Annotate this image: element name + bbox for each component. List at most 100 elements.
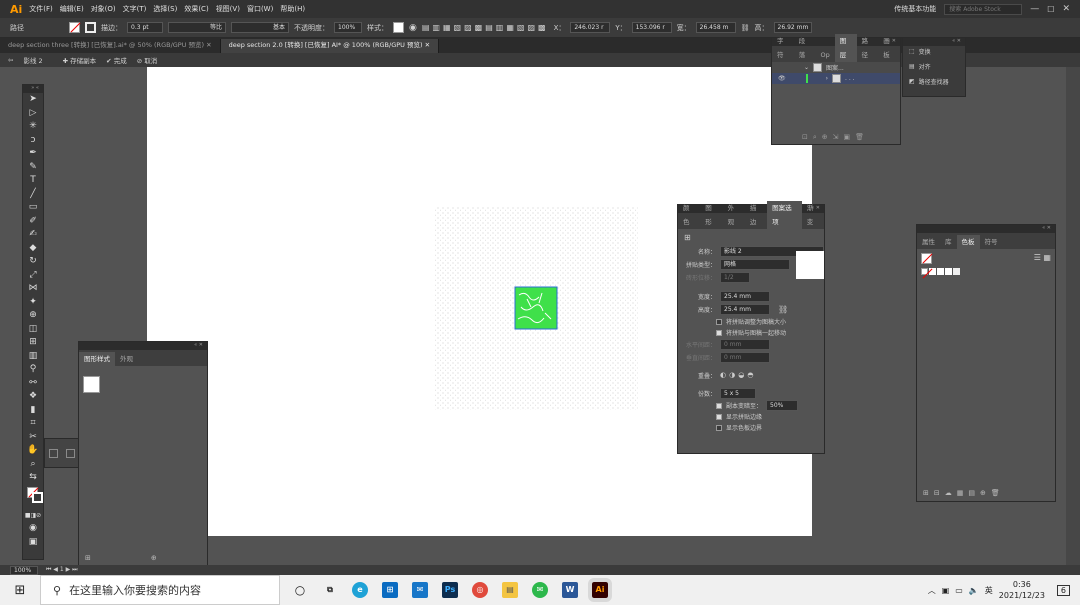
zoom-tool-icon[interactable]: ⌕ bbox=[23, 458, 43, 472]
move-tile-checkbox[interactable] bbox=[716, 329, 722, 336]
artboard-icon[interactable] bbox=[49, 448, 58, 458]
default-graphic-style[interactable] bbox=[83, 376, 100, 393]
tab-libraries[interactable]: 库 bbox=[940, 235, 957, 249]
tab-graphic-styles[interactable]: 图形样式 bbox=[79, 352, 115, 366]
type-tool-icon[interactable]: T bbox=[23, 174, 43, 188]
file-explorer-icon[interactable]: ▤ bbox=[502, 582, 518, 598]
tile-type-select[interactable]: 网格 bbox=[720, 259, 790, 270]
toolbox-header[interactable]: » « bbox=[23, 85, 43, 93]
tile-height-field[interactable]: 25.4 mm bbox=[720, 304, 770, 315]
mesh-tool-icon[interactable]: ⊞ bbox=[23, 336, 43, 350]
y-field[interactable]: 153.096 r bbox=[631, 22, 672, 33]
word-icon[interactable]: W bbox=[562, 582, 578, 598]
maximize-icon[interactable]: ☐ bbox=[1047, 5, 1054, 14]
mail-icon[interactable]: ✉ bbox=[412, 582, 428, 598]
stroke-swatch[interactable] bbox=[85, 22, 96, 33]
collapse-icon[interactable]: › bbox=[826, 75, 828, 82]
zoom-field[interactable]: 100% bbox=[10, 565, 38, 575]
back-arrow-icon[interactable]: ⇦ bbox=[8, 56, 13, 64]
chrome-icon[interactable]: ◎ bbox=[472, 582, 488, 598]
illustrator-icon[interactable]: Ai bbox=[588, 578, 612, 602]
photoshop-icon[interactable]: Ps bbox=[442, 582, 458, 598]
eraser-icon[interactable]: ◆ bbox=[23, 242, 43, 256]
slice-tool-icon[interactable]: ✂ bbox=[23, 431, 43, 445]
eye-icon[interactable]: 👁 bbox=[778, 75, 786, 82]
swatch-none[interactable] bbox=[921, 268, 928, 275]
tab-properties[interactable]: 属性 bbox=[917, 235, 940, 249]
menu-view[interactable]: 视图(V) bbox=[216, 4, 240, 14]
x-field[interactable]: 246.023 r bbox=[570, 22, 611, 33]
tab-paths[interactable]: 路径 bbox=[857, 34, 879, 62]
rectangle-tool-icon[interactable]: ▭ bbox=[23, 201, 43, 215]
current-fill-swatch[interactable] bbox=[921, 253, 932, 264]
minimize-icon[interactable]: — bbox=[1030, 4, 1039, 14]
show-tile-edge-checkbox[interactable] bbox=[716, 413, 722, 420]
tab-layers[interactable]: 图层 bbox=[834, 34, 857, 62]
tab-appearance[interactable]: 外观 bbox=[723, 201, 745, 229]
menu-edit[interactable]: 编辑(E) bbox=[60, 4, 84, 14]
opacity-field[interactable]: 100% bbox=[334, 22, 362, 33]
store-icon[interactable]: ⊞ bbox=[382, 582, 398, 598]
copies-select[interactable]: 5 x 5 bbox=[720, 387, 756, 399]
menu-transform[interactable]: ⬚ 变换 bbox=[903, 46, 965, 57]
swap-fill-stroke-icon[interactable]: ⇆ bbox=[23, 471, 43, 485]
tab-appearance-2[interactable]: 外观 bbox=[115, 352, 138, 366]
artboard-tool-icon[interactable]: ⌗ bbox=[23, 417, 43, 431]
shaper-tool-icon[interactable]: ✍ bbox=[23, 228, 43, 242]
dim-copies-field[interactable]: 50% bbox=[766, 400, 799, 411]
perspective-grid-icon[interactable]: ◫ bbox=[23, 323, 43, 337]
view-icons[interactable]: ☰ ▦ bbox=[1034, 253, 1051, 264]
swatch-pattern[interactable] bbox=[937, 268, 944, 275]
clock[interactable]: 0:36 2021/12/23 bbox=[999, 579, 1045, 601]
size-tile-checkbox[interactable] bbox=[716, 318, 722, 325]
fill-swatch[interactable] bbox=[69, 22, 80, 33]
eyedropper-icon[interactable]: ⚲ bbox=[23, 363, 43, 377]
gradient-tool-icon[interactable]: ▥ bbox=[23, 350, 43, 364]
height-field[interactable]: 26.92 mm bbox=[773, 22, 812, 33]
layer-row-pattern[interactable]: ⌄ 图案... bbox=[772, 62, 900, 73]
tray-chevron-icon[interactable]: ︿ bbox=[928, 585, 936, 596]
shape-builder-icon[interactable]: ⊕ bbox=[23, 309, 43, 323]
width-tool-icon[interactable]: ⋈ bbox=[23, 282, 43, 296]
tile-edit-icon[interactable]: ⊞ bbox=[684, 233, 691, 242]
paintbrush-icon[interactable]: ✐ bbox=[23, 215, 43, 229]
puppet-warp-icon[interactable]: ✦ bbox=[23, 296, 43, 310]
menu-help[interactable]: 帮助(H) bbox=[280, 4, 305, 14]
scale-tool-icon[interactable]: ⤢ bbox=[23, 269, 43, 283]
pen-tool-icon[interactable]: ✒ bbox=[23, 147, 43, 161]
page-nav[interactable]: ⏮ ◀ 1 ▶ ⏭ bbox=[46, 566, 78, 574]
menu-type[interactable]: 文字(T) bbox=[123, 4, 147, 14]
done-button[interactable]: ✔ 完成 bbox=[106, 55, 127, 65]
lasso-icon[interactable]: ↄ bbox=[23, 134, 43, 148]
layer-row-sublayer[interactable]: 👁 ›. . . bbox=[772, 73, 900, 84]
h-spacing-field[interactable]: 0 mm bbox=[720, 339, 770, 350]
windows-start-icon[interactable]: ⊞ bbox=[0, 583, 40, 598]
screen-mode-icon[interactable]: ▣ bbox=[23, 536, 43, 550]
input-language[interactable]: 英 bbox=[985, 585, 993, 596]
fill-stroke-indicator[interactable] bbox=[25, 486, 43, 507]
tab-swatches[interactable]: 色板 bbox=[956, 235, 980, 249]
hand-tool-icon[interactable]: ✋ bbox=[23, 444, 43, 458]
menu-effect[interactable]: 效果(C) bbox=[184, 4, 208, 14]
align-icons[interactable]: ▤▥▦▧▨▩▤▥▦▧▨▩ bbox=[422, 23, 549, 32]
tile-width-field[interactable]: 25.4 mm bbox=[720, 291, 770, 302]
cancel-button[interactable]: ⊘ 取消 bbox=[137, 55, 158, 65]
tab-graphic[interactable]: 图形 bbox=[700, 201, 722, 229]
rotate-tool-icon[interactable]: ↻ bbox=[23, 255, 43, 269]
edge-icon[interactable]: e bbox=[352, 582, 368, 598]
vertical-scrollbar[interactable] bbox=[1066, 67, 1080, 565]
tab-paragraph[interactable]: 段落 bbox=[794, 34, 816, 62]
v-spacing-field[interactable]: 0 mm bbox=[720, 352, 770, 363]
swatch-registration[interactable] bbox=[945, 268, 952, 275]
task-view-icon[interactable]: ⧉ bbox=[322, 582, 338, 598]
curvature-tool-icon[interactable]: ✎ bbox=[23, 161, 43, 175]
graphic-style-swatch[interactable] bbox=[393, 22, 404, 33]
blend-tool-icon[interactable]: ⚯ bbox=[23, 377, 43, 391]
draw-mode-icon[interactable]: ◉ bbox=[23, 522, 43, 536]
save-copy-button[interactable]: ✚ 存储副本 bbox=[63, 55, 97, 65]
menu-object[interactable]: 对象(O) bbox=[91, 4, 116, 14]
variable-width-profile[interactable]: 等比 bbox=[168, 22, 226, 33]
color-mode-icon[interactable]: ■◨⊘ bbox=[23, 509, 43, 523]
menu-select[interactable]: 选择(S) bbox=[153, 4, 177, 14]
tab-character[interactable]: 字符 bbox=[772, 34, 794, 62]
